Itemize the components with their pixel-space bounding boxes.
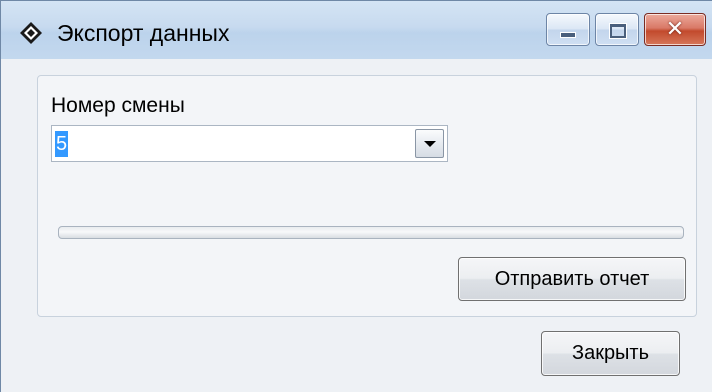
export-dialog-window: Экспорт данных ✕ Номер смены 5 Отправить… [0, 0, 712, 392]
export-group-panel: Номер смены 5 Отправить отчет [37, 75, 697, 317]
close-button[interactable]: Закрыть [541, 331, 680, 376]
maximize-icon [610, 24, 626, 38]
shift-number-dropdown[interactable]: 5 [51, 125, 448, 162]
dropdown-button[interactable] [415, 129, 444, 158]
minimize-button[interactable] [546, 13, 590, 46]
window-title: Экспорт данных [57, 20, 230, 46]
send-report-button[interactable]: Отправить отчет [458, 257, 686, 301]
diamond-app-icon [20, 22, 42, 44]
minimize-icon [561, 33, 575, 37]
title-bar[interactable]: Экспорт данных ✕ [1, 1, 712, 59]
shift-number-value[interactable]: 5 [55, 131, 69, 157]
shift-number-label: Номер смены [51, 94, 185, 117]
close-window-button[interactable]: ✕ [644, 13, 706, 46]
close-icon: ✕ [665, 17, 685, 42]
maximize-button[interactable] [595, 13, 639, 46]
chevron-down-icon [424, 141, 436, 147]
export-progress-bar [58, 226, 684, 239]
